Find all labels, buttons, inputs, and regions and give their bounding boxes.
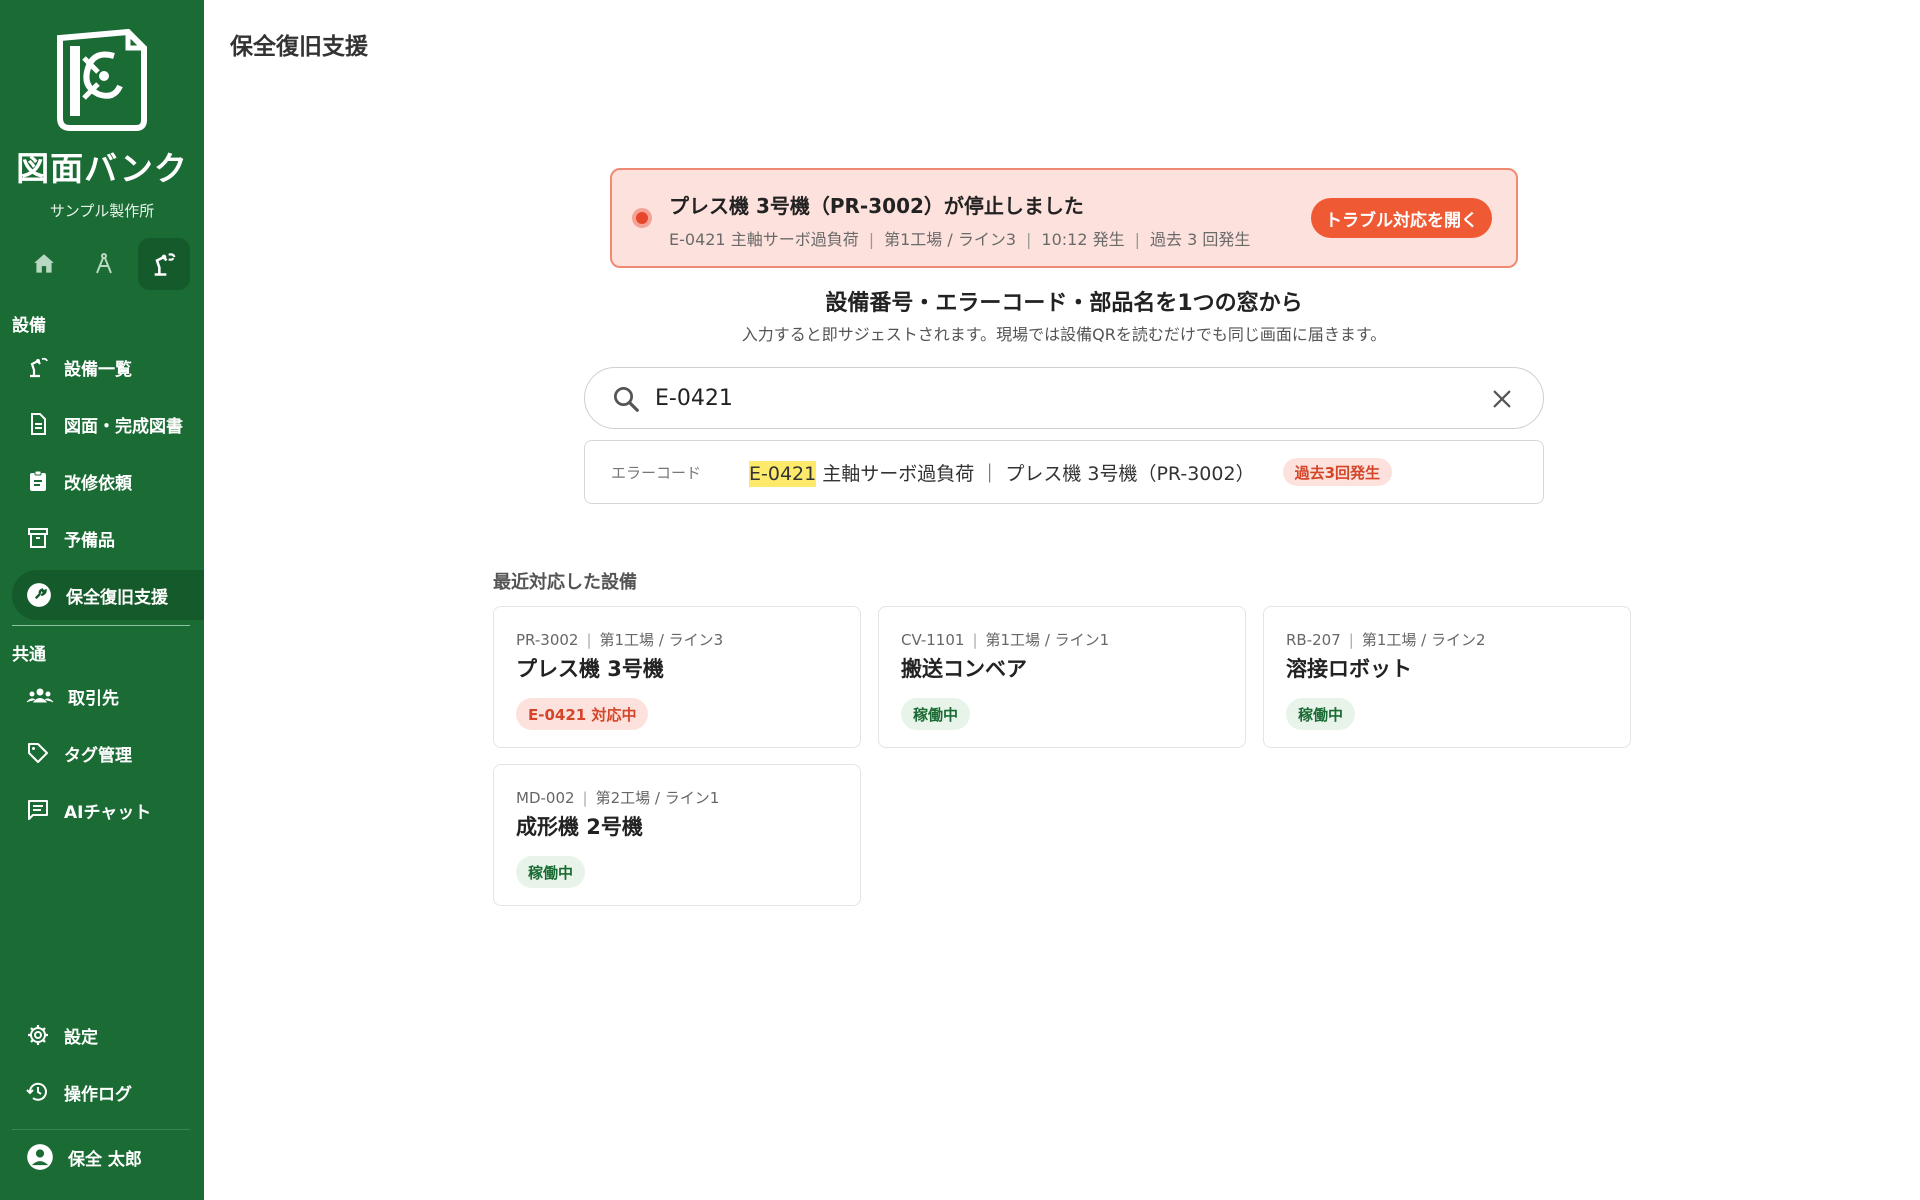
sidebar-item-partners[interactable]: 取引先: [12, 671, 204, 721]
equipment-location: 第1工場 / ライン3: [599, 631, 724, 649]
alert-status-icon: [632, 208, 652, 228]
sidebar-item-label: 操作ログ: [64, 1084, 132, 1105]
status-badge: 稼働中: [1286, 698, 1356, 730]
sidebar-item-maintenance[interactable]: 保全復旧支援: [12, 570, 204, 620]
sidebar-item-tags[interactable]: タグ管理: [12, 728, 204, 778]
people-icon: [26, 688, 54, 703]
equipment-card[interactable]: PR-3002 | 第1工場 / ライン3 プレス機 3号機 E-0421 対応中: [493, 606, 861, 748]
clipboard-icon: [30, 470, 46, 491]
status-badge: 稼働中: [901, 698, 971, 730]
chat-icon: [28, 800, 48, 820]
alert-error: E-0421 主軸サーボ過負荷: [669, 230, 859, 249]
home-icon: [34, 254, 54, 273]
equipment-card[interactable]: CV-1101 | 第1工場 / ライン1 搬送コンベア 稼働中: [878, 606, 1246, 748]
equipment-location: 第1工場 / ライン2: [1361, 631, 1486, 649]
alert-location: 第1工場 / ライン3: [884, 230, 1017, 249]
sidebar: 図面バンク サンプル製作所 設備 設備一覧 図面・完成図書 改修依頼 予備品 保…: [0, 0, 204, 1200]
sidebar-item-ai-chat[interactable]: AIチャット: [12, 785, 204, 835]
suggestion-highlight: E-0421: [749, 460, 817, 487]
machine-icon: [154, 253, 176, 276]
search-input[interactable]: [655, 380, 1435, 416]
history-icon: [26, 1082, 47, 1101]
stop-alert-banner: プレス機 3号機（PR-3002）が停止しました E-0421 主軸サーボ過負荷…: [610, 168, 1518, 268]
sidebar-item-label: 設定: [64, 1027, 98, 1048]
equipment-name: プレス機 3号機: [516, 657, 664, 681]
equipment-code: CV-1101: [901, 631, 965, 649]
equipment-code: MD-002: [516, 789, 575, 807]
search-heading: 設備番号・エラーコード・部品名を1つの窓から: [825, 291, 1303, 316]
brand-name: 図面バンク: [16, 149, 188, 188]
section-common: 共通: [12, 645, 46, 665]
sidebar-item-label: 設備一覧: [64, 359, 132, 380]
sidebar-divider: [12, 625, 190, 626]
suggestion-type: エラーコード: [611, 463, 702, 482]
avatar-icon: [27, 1144, 53, 1170]
sidebar-item-settings[interactable]: 設定: [12, 1010, 204, 1060]
gear-icon: [28, 1025, 48, 1045]
search-bar: [584, 367, 1544, 429]
page-title: 保全復旧支援: [230, 34, 368, 60]
search-suggestion[interactable]: エラーコード E-0421 主軸サーボ過負荷 ｜ プレス機 3号機（PR-300…: [584, 440, 1544, 504]
equipment-location: 第1工場 / ライン1: [985, 631, 1110, 649]
user-menu[interactable]: 保全 太郎: [12, 1132, 204, 1182]
equipment-card[interactable]: RB-207 | 第1工場 / ライン2 溶接ロボット 稼働中: [1263, 606, 1631, 748]
card-meta: RB-207 | 第1工場 / ライン2: [1286, 631, 1486, 649]
tag-icon: [28, 743, 48, 763]
close-icon[interactable]: [1491, 388, 1513, 410]
suggestion-badge: 過去3回発生: [1282, 458, 1393, 486]
card-meta: PR-3002 | 第1工場 / ライン3: [516, 631, 724, 649]
sidebar-item-label: 保全復旧支援: [66, 587, 168, 608]
sidebar-item-label: タグ管理: [64, 745, 132, 766]
equipment-card[interactable]: MD-002 | 第2工場 / ライン1 成形機 2号機 稼働中: [493, 764, 861, 906]
search-subtitle: 入力すると即サジェストされます。現場では設備QRを読むだけでも同じ画面に届きます…: [741, 325, 1387, 344]
alert-meta: E-0421 主軸サーボ過負荷 | 第1工場 / ライン3 | 10:12 発生 | 過去 …: [669, 230, 1251, 249]
card-meta: CV-1101 | 第1工場 / ライン1: [901, 631, 1110, 649]
machine-icon: [30, 357, 48, 378]
equipment-name: 搬送コンベア: [901, 657, 1027, 681]
suggestion-text: E-0421 主軸サーボ過負荷 ｜ プレス機 3号機（PR-3002）: [749, 459, 1255, 487]
sidebar-item-label: 取引先: [68, 688, 119, 709]
sidebar-item-label: AIチャット: [64, 802, 152, 823]
equipment-code: RB-207: [1286, 631, 1341, 649]
quick-nav: [18, 238, 190, 290]
equipment-name: 成形機 2号機: [516, 815, 643, 839]
sidebar-item-modification[interactable]: 改修依頼: [12, 456, 204, 506]
logo-icon: [57, 28, 147, 131]
company-name: サンプル製作所: [49, 202, 155, 220]
main-content: 保全復旧支援 プレス機 3号機（PR-3002）が停止しました E-0421 主…: [204, 0, 1920, 1200]
sidebar-item-equipment-list[interactable]: 設備一覧: [12, 342, 204, 392]
sidebar-item-spare-parts[interactable]: 予備品: [12, 513, 204, 563]
sidebar-item-label: 改修依頼: [64, 473, 132, 494]
document-icon: [31, 413, 46, 435]
suggestion-detail: 主軸サーボ過負荷 ｜ プレス機 3号機（PR-3002）: [816, 462, 1255, 485]
sidebar-divider: [12, 1129, 190, 1130]
wrench-icon: [27, 583, 51, 607]
user-name: 保全 太郎: [68, 1149, 142, 1170]
alert-history: 過去 3 回発生: [1150, 230, 1251, 249]
search-icon: [614, 387, 639, 412]
home-button[interactable]: [18, 238, 70, 290]
archive-icon: [28, 528, 48, 548]
status-badge: 稼働中: [516, 856, 586, 888]
sidebar-item-label: 図面・完成図書: [64, 416, 183, 437]
sidebar-item-drawings[interactable]: 図面・完成図書: [12, 399, 204, 449]
equipment-location: 第2工場 / ライン1: [595, 789, 720, 807]
section-equipment: 設備: [12, 316, 46, 336]
card-meta: MD-002 | 第2工場 / ライン1: [516, 789, 720, 807]
equipment-code: PR-3002: [516, 631, 579, 649]
equipment-name: 溶接ロボット: [1286, 657, 1412, 681]
recent-equipment-title: 最近対応した設備: [493, 572, 637, 593]
sidebar-item-label: 予備品: [64, 530, 115, 551]
alert-title: プレス機 3号機（PR-3002）が停止しました: [669, 194, 1084, 218]
status-badge: E-0421 対応中: [516, 698, 649, 730]
sidebar-item-activity-log[interactable]: 操作ログ: [12, 1067, 204, 1117]
compass-icon: [96, 253, 112, 274]
open-trouble-response-button[interactable]: トラブル対応を開く: [1311, 198, 1492, 238]
maintenance-button[interactable]: [138, 238, 190, 290]
drafting-button[interactable]: [78, 238, 130, 290]
alert-time: 10:12 発生: [1041, 230, 1125, 249]
